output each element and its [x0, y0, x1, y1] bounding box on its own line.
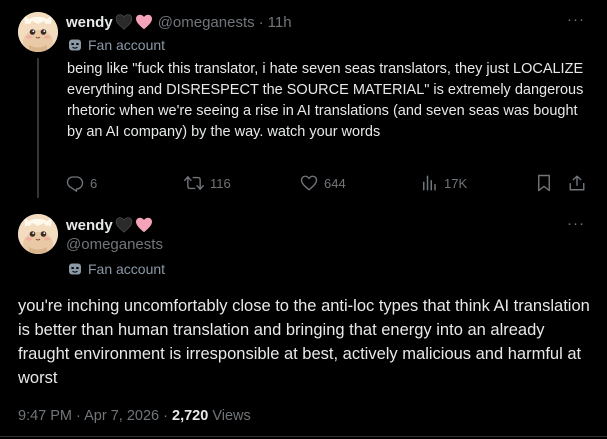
- author-row: wendy @omeganests · 11h: [66, 12, 292, 32]
- author-row: wendy: [66, 215, 153, 235]
- bookmark-icon: [538, 174, 550, 192]
- timestamp[interactable]: 11h: [268, 14, 292, 31]
- repost-count: 116: [210, 175, 231, 191]
- views-count: 2,720: [172, 408, 209, 424]
- black-heart-icon: [115, 14, 133, 30]
- separator-dot: ·: [258, 13, 264, 31]
- handle[interactable]: @omeganests: [158, 14, 255, 31]
- repost-button[interactable]: 116: [184, 174, 231, 192]
- tweet-text: you're inching uncomfortably close to th…: [18, 297, 590, 387]
- like-button[interactable]: 644: [300, 174, 346, 192]
- bookmark-button[interactable]: [536, 174, 558, 192]
- views-button[interactable]: 17K: [420, 174, 467, 192]
- action-bar: 6 116 644 17K: [66, 172, 586, 194]
- views-label: Views: [212, 408, 251, 424]
- like-count: 644: [324, 175, 346, 191]
- separator-dot: ·: [163, 408, 168, 424]
- share-icon: [569, 175, 585, 191]
- share-button[interactable]: [568, 174, 592, 192]
- views-count: 17K: [444, 175, 468, 191]
- divider: [0, 436, 607, 437]
- post-date[interactable]: Apr 7, 2026: [84, 408, 159, 424]
- fan-account-label: Fan account: [68, 36, 165, 54]
- pink-heart-icon: [135, 217, 153, 233]
- pink-heart-icon: [135, 14, 153, 30]
- avatar[interactable]: [18, 12, 58, 52]
- heart-icon: [300, 175, 318, 191]
- theater-mask-icon: [68, 262, 82, 276]
- analytics-icon: [423, 175, 436, 191]
- avatar[interactable]: [18, 214, 58, 254]
- reply-count: 6: [90, 175, 98, 191]
- fan-account-label: Fan account: [68, 260, 165, 278]
- reply-icon: [66, 176, 84, 192]
- tweet-meta: 9:47 PM · Apr 7, 2026 · 2,720 Views: [18, 408, 251, 424]
- black-heart-icon: [115, 217, 133, 233]
- fan-account-text: Fan account: [88, 261, 166, 277]
- timestamp[interactable]: 9:47 PM: [18, 408, 72, 424]
- thread-view: wendy @omeganests · 11h Fan account ··· …: [0, 0, 607, 439]
- reply-button[interactable]: 6: [66, 174, 97, 192]
- handle[interactable]: @omeganests: [66, 236, 163, 253]
- fan-account-text: Fan account: [88, 37, 166, 53]
- display-name[interactable]: wendy: [66, 14, 113, 31]
- tweet-text: being like "fuck this translator, i hate…: [67, 61, 584, 140]
- thread-connector-line: [37, 58, 39, 198]
- more-options-icon[interactable]: ···: [565, 216, 587, 238]
- separator-dot: ·: [76, 408, 81, 424]
- display-name[interactable]: wendy: [66, 217, 113, 234]
- theater-mask-icon: [68, 38, 82, 52]
- more-options-icon[interactable]: ···: [565, 12, 587, 34]
- repost-icon: [184, 176, 204, 190]
